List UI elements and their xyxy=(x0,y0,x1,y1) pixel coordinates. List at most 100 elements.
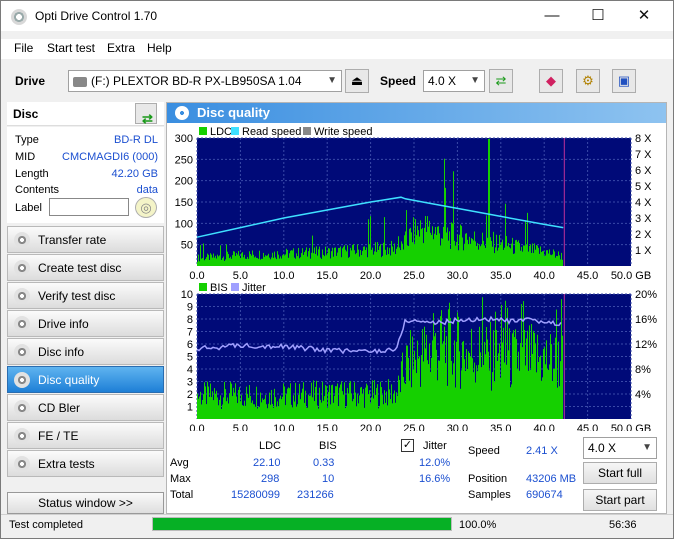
ldc-bar xyxy=(342,248,343,266)
bis-bar xyxy=(271,389,272,419)
bis-bar xyxy=(554,368,555,419)
bis-bar xyxy=(240,401,241,419)
disc-refresh-button[interactable]: ⇄ xyxy=(135,103,157,126)
bis-bar xyxy=(509,328,510,419)
bis-bar xyxy=(391,384,392,419)
status-window-button[interactable]: Status window >> xyxy=(7,492,164,514)
bis-bar xyxy=(339,387,340,419)
ldc-bar xyxy=(560,259,561,266)
ldc-bar xyxy=(493,231,494,266)
chevron-down-icon: ▼ xyxy=(470,75,480,86)
ldc-bar xyxy=(344,245,345,266)
ldc-bar xyxy=(453,171,454,266)
bis-bar xyxy=(525,365,526,419)
bis-bar xyxy=(317,405,318,419)
ldc-bar xyxy=(205,258,206,266)
bis-bar xyxy=(411,387,412,419)
ldc-bar xyxy=(270,259,271,266)
stats-col-jitter: Jitter xyxy=(423,440,447,452)
disc-quality-icon xyxy=(175,106,189,120)
bis-bar xyxy=(517,369,518,419)
ldc-bar xyxy=(299,258,300,266)
start-part-button[interactable]: Start part xyxy=(583,489,657,511)
nav-transfer-rate[interactable]: Transfer rate xyxy=(7,226,164,253)
x-tick-label: 0.0 xyxy=(189,423,204,431)
y2-tick-label: 8 X xyxy=(635,133,652,145)
bis-bar xyxy=(266,404,267,419)
bis-bar xyxy=(392,403,393,419)
start-full-button[interactable]: Start full xyxy=(583,462,657,484)
ldc-bar xyxy=(409,228,410,266)
menu-file[interactable]: File xyxy=(14,41,33,55)
ldc-bar xyxy=(353,244,354,266)
nav-verify-test-disc[interactable]: Verify test disc xyxy=(7,282,164,309)
drive-select-value: (F:) PLEXTOR BD-R PX-LB950SA 1.04 xyxy=(91,74,302,88)
bis-bar xyxy=(414,350,415,419)
label-edit-button[interactable]: ◎ xyxy=(135,197,157,218)
legend-swatch-read xyxy=(231,127,239,135)
bis-bar xyxy=(448,309,449,419)
ldc-bar xyxy=(315,253,316,266)
nav-fe-te[interactable]: FE / TE xyxy=(7,422,164,449)
y2-tick-label: 2 X xyxy=(635,229,652,241)
ldc-bar xyxy=(234,251,235,266)
ldc-bar xyxy=(275,257,276,266)
bis-bar xyxy=(313,380,314,419)
bis-bar xyxy=(309,395,310,419)
ldc-bar xyxy=(197,261,198,266)
bis-bar xyxy=(465,370,466,419)
ldc-bar xyxy=(482,232,483,266)
ldc-bar xyxy=(536,245,537,266)
refresh-button[interactable]: ⇄ xyxy=(489,69,513,93)
bis-bar xyxy=(319,387,320,419)
ldc-bar xyxy=(404,235,405,266)
ldc-bar xyxy=(200,245,201,266)
ldc-bar xyxy=(402,243,403,266)
x-tick-label: 15.0 xyxy=(316,270,337,280)
ldc-bar xyxy=(498,247,499,266)
extra-tests-icon xyxy=(14,456,30,472)
jitter-checkbox[interactable]: ✓ xyxy=(401,439,414,452)
speed-select[interactable]: 4.0 X ▼ xyxy=(423,70,485,92)
nav-cd-bler[interactable]: CD Bler xyxy=(7,394,164,421)
test-speed-select[interactable]: 4.0 X ▼ xyxy=(583,437,657,459)
disc-label-input[interactable] xyxy=(49,198,129,216)
save-button[interactable]: ▣ xyxy=(612,69,636,93)
close-button[interactable]: ✕ xyxy=(621,1,667,31)
settings-button[interactable]: ⚙ xyxy=(576,69,600,93)
ldc-bar xyxy=(333,256,334,266)
bis-bar xyxy=(282,396,283,419)
nav-create-test-disc[interactable]: Create test disc xyxy=(7,254,164,281)
bis-bar xyxy=(312,397,313,419)
bis-bar xyxy=(440,316,441,419)
ldc-bar xyxy=(369,244,370,266)
menu-help[interactable]: Help xyxy=(147,41,172,55)
eject-button[interactable]: ⏏ xyxy=(345,69,369,93)
bis-bar xyxy=(402,352,403,419)
bis-bar xyxy=(432,340,433,419)
ldc-bar xyxy=(329,248,330,266)
ldc-bar xyxy=(449,231,450,266)
ldc-bar xyxy=(524,245,525,266)
ldc-bar xyxy=(281,258,282,266)
bis-bar xyxy=(373,398,374,419)
bis-bar xyxy=(270,404,271,419)
ldc-bar xyxy=(251,255,252,266)
nav-disc-quality[interactable]: Disc quality xyxy=(7,366,164,393)
bis-bar xyxy=(396,392,397,419)
nav-disc-info[interactable]: Disc info xyxy=(7,338,164,365)
minimize-button[interactable]: — xyxy=(529,1,575,31)
menu-start-test[interactable]: Start test xyxy=(47,41,95,55)
nav-extra-tests[interactable]: Extra tests xyxy=(7,450,164,477)
bis-bar xyxy=(542,377,543,419)
bis-bar xyxy=(463,340,464,419)
ldc-bar xyxy=(351,250,352,266)
maximize-button[interactable]: ☐ xyxy=(575,1,621,31)
nav-drive-info[interactable]: Drive info xyxy=(7,310,164,337)
menu-extra[interactable]: Extra xyxy=(107,41,135,55)
bis-bar xyxy=(325,385,326,419)
bis-bar xyxy=(352,401,353,419)
drive-select[interactable]: (F:) PLEXTOR BD-R PX-LB950SA 1.04 ▼ xyxy=(68,70,342,92)
erase-button[interactable]: ◆ xyxy=(539,69,563,93)
bis-bar xyxy=(288,387,289,419)
